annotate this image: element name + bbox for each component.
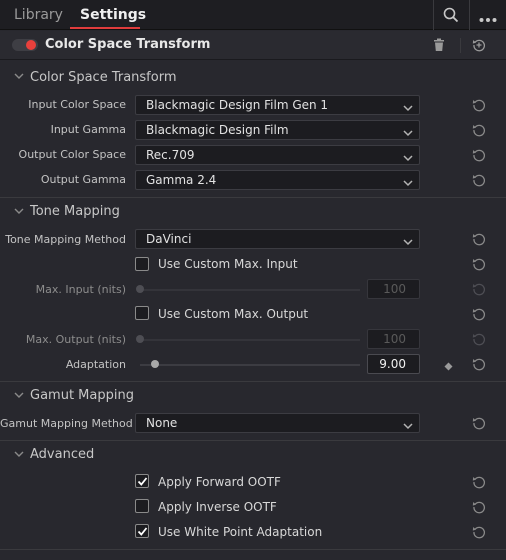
use-custom-max-input-checkbox[interactable] (135, 257, 149, 271)
input-gamma-label: Input Gamma (50, 123, 126, 136)
use-custom-max-input-label: Use Custom Max. Input (158, 257, 298, 271)
reset-icon (472, 332, 486, 346)
use-white-point-adaptation-label: Use White Point Adaptation (158, 525, 323, 539)
reset-icon[interactable] (472, 232, 486, 246)
tone-mapping-method-dropdown[interactable]: DaVinci (135, 229, 420, 249)
chevron-down-icon (403, 151, 413, 162)
checkmark-icon (137, 477, 148, 486)
keyframe-icon[interactable] (444, 360, 453, 371)
section-header-tone-mapping[interactable]: Tone Mapping (30, 204, 120, 219)
chevron-down-icon (403, 126, 413, 137)
use-white-point-adaptation-checkbox[interactable] (135, 524, 149, 538)
effect-header: Color Space Transform (0, 31, 506, 60)
max-input-label: Max. Input (nits) (35, 283, 126, 296)
output-gamma-value: Gamma 2.4 (146, 173, 217, 187)
reset-icon[interactable] (472, 123, 486, 137)
apply-forward-ootf-checkbox[interactable] (135, 474, 149, 488)
output-color-space-value: Rec.709 (146, 148, 195, 162)
tone-mapping-method-label: Tone Mapping Method (5, 233, 126, 246)
tab-library[interactable]: Library (14, 0, 63, 30)
section-header-advanced[interactable]: Advanced (30, 447, 94, 462)
adaptation-slider[interactable] (140, 364, 360, 366)
section-divider (0, 440, 506, 441)
gamut-mapping-method-label: Gamut Mapping Method (0, 417, 133, 430)
reset-icon[interactable] (472, 500, 486, 514)
search-icon[interactable] (443, 7, 459, 23)
output-color-space-label: Output Color Space (18, 148, 126, 161)
max-output-label: Max. Output (nits) (25, 333, 126, 346)
top-bar: Library Settings (0, 0, 506, 30)
effect-enable-toggle[interactable] (12, 39, 38, 51)
input-color-space-value: Blackmagic Design Film Gen 1 (146, 98, 329, 112)
adaptation-field[interactable]: 9.00 (367, 354, 420, 374)
output-gamma-label: Output Gamma (40, 173, 126, 186)
chevron-down-icon (403, 419, 413, 430)
max-input-slider-knob (136, 285, 144, 293)
reset-icon[interactable] (472, 307, 486, 321)
reset-icon[interactable] (472, 475, 486, 489)
adaptation-label: Adaptation (65, 358, 126, 371)
max-output-slider (140, 339, 360, 341)
use-custom-max-output-checkbox[interactable] (135, 306, 149, 320)
section-divider (0, 549, 506, 550)
reset-all-icon[interactable] (472, 38, 486, 52)
output-color-space-dropdown[interactable]: Rec.709 (135, 145, 420, 165)
section-divider (0, 381, 506, 382)
input-gamma-dropdown[interactable]: Blackmagic Design Film (135, 120, 420, 140)
chevron-down-icon[interactable] (14, 391, 24, 402)
reset-icon[interactable] (472, 525, 486, 539)
reset-icon[interactable] (472, 257, 486, 271)
use-custom-max-output-label: Use Custom Max. Output (158, 307, 309, 321)
active-tab-indicator (70, 27, 140, 29)
chevron-down-icon[interactable] (14, 72, 24, 83)
output-gamma-dropdown[interactable]: Gamma 2.4 (135, 170, 420, 190)
chevron-down-icon (403, 176, 413, 187)
gamut-mapping-method-dropdown[interactable]: None (135, 413, 420, 433)
section-header-gamut-mapping[interactable]: Gamut Mapping (30, 388, 134, 403)
section-header-color-space-transform[interactable]: Color Space Transform (30, 70, 177, 85)
section-divider (0, 197, 506, 198)
apply-inverse-ootf-label: Apply Inverse OOTF (158, 500, 277, 514)
checkmark-icon (137, 527, 148, 536)
gamut-mapping-method-value: None (146, 416, 178, 430)
apply-forward-ootf-label: Apply Forward OOTF (158, 475, 281, 489)
divider (433, 0, 434, 30)
divider (460, 38, 461, 53)
max-input-field: 100 (367, 279, 420, 299)
tab-settings[interactable]: Settings (80, 0, 146, 30)
chevron-down-icon[interactable] (14, 207, 24, 218)
reset-icon[interactable] (472, 173, 486, 187)
adaptation-slider-knob[interactable] (151, 360, 159, 368)
input-gamma-value: Blackmagic Design Film (146, 123, 289, 137)
apply-inverse-ootf-checkbox[interactable] (135, 499, 149, 513)
max-output-slider-knob (136, 335, 144, 343)
input-color-space-dropdown[interactable]: Blackmagic Design Film Gen 1 (135, 95, 420, 115)
toggle-indicator (26, 40, 36, 50)
trash-icon[interactable] (433, 38, 445, 52)
input-color-space-label: Input Color Space (28, 98, 126, 111)
chevron-down-icon (403, 101, 413, 112)
chevron-down-icon (403, 235, 413, 246)
reset-icon[interactable] (472, 416, 486, 430)
more-icon[interactable] (479, 12, 497, 22)
tone-mapping-method-value: DaVinci (146, 232, 192, 246)
reset-icon[interactable] (472, 148, 486, 162)
divider (469, 0, 470, 30)
chevron-down-icon[interactable] (14, 450, 24, 461)
reset-icon[interactable] (472, 357, 486, 371)
max-output-field: 100 (367, 329, 420, 349)
reset-icon (472, 282, 486, 296)
max-input-slider (140, 289, 360, 291)
reset-icon[interactable] (472, 98, 486, 112)
effect-title: Color Space Transform (45, 37, 211, 52)
